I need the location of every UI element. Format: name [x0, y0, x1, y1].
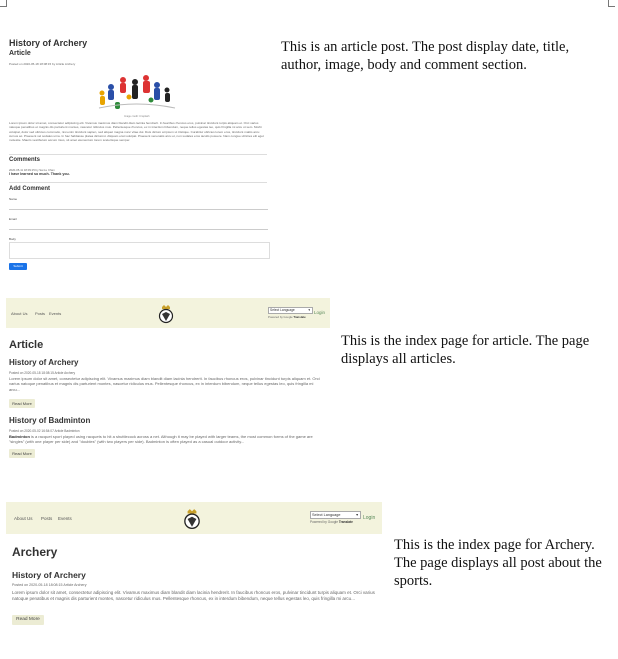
- post-excerpt-bold: Badminton: [9, 434, 30, 439]
- add-comment-heading: Add Comment: [9, 186, 50, 192]
- powered-by-text: Powered by Google: [310, 520, 338, 524]
- body-textarea[interactable]: [9, 242, 270, 259]
- post-excerpt: Lorem ipsum dolor sit amet, consectetur …: [9, 376, 325, 392]
- nav-events-link[interactable]: Events: [58, 516, 72, 521]
- crest-logo-icon[interactable]: [183, 508, 201, 530]
- read-more-button[interactable]: Read More: [9, 399, 35, 408]
- name-label: Name: [9, 197, 18, 201]
- post-meta: Posted on 2020-05-02 16:54:07 Article Ba…: [9, 429, 80, 433]
- translate-link[interactable]: Translate: [339, 520, 353, 524]
- sports-collage-image: [91, 70, 181, 114]
- sport-index-screenshot: About Us Posts Events Select Language ▾ …: [6, 502, 382, 632]
- body-label: Body: [9, 237, 16, 241]
- language-select-label: Select Language: [312, 513, 341, 517]
- email-input[interactable]: [9, 222, 268, 230]
- nav-posts-link[interactable]: Posts: [35, 311, 45, 316]
- powered-by-text: Powered by Google: [268, 315, 293, 319]
- chevron-down-icon: ▾: [308, 308, 310, 312]
- login-link[interactable]: Login: [314, 310, 325, 315]
- name-input[interactable]: [9, 202, 268, 210]
- post-title: History of Archery: [9, 38, 88, 48]
- caption-sport: This is the index page for Archery. The …: [394, 537, 602, 589]
- post-excerpt: Badminton is a racquet sport played usin…: [9, 434, 325, 445]
- post-meta: Posted on 2020-05-18 18:08:15 by Article…: [9, 62, 76, 66]
- corner-mark-right: [608, 0, 615, 7]
- email-label: Email: [9, 217, 17, 221]
- article-post-screenshot: History of Archery Article Posted on 202…: [6, 36, 270, 276]
- post-excerpt: Lorem ipsum dolor sit amet, consectetur …: [12, 590, 375, 601]
- nav-events-link[interactable]: Events: [49, 311, 61, 316]
- nav-about-link[interactable]: About Us: [11, 311, 27, 316]
- post-title[interactable]: History of Archery: [12, 570, 86, 580]
- post-title[interactable]: History of Archery: [9, 358, 79, 367]
- divider: [9, 182, 267, 183]
- language-select[interactable]: Select Language ▾: [268, 307, 313, 314]
- read-more-button[interactable]: Read More: [9, 449, 35, 458]
- post-meta: Posted on 2020-05-18 18:08:15 Article Ar…: [12, 583, 87, 587]
- post-excerpt-text: is a racquet sport played using racquets…: [9, 434, 313, 445]
- comments-heading: Comments: [9, 157, 41, 163]
- page-heading: Archery: [12, 545, 58, 559]
- post-excerpt-text: Lorem ipsum dolor sit amet, consectetur …: [9, 376, 320, 392]
- read-more-button[interactable]: Read More: [12, 615, 44, 625]
- corner-mark-left: [0, 0, 7, 7]
- caption-post: This is an article post. The post displa…: [281, 39, 570, 73]
- navbar: About Us Posts Events Select Language ▾ …: [6, 502, 382, 534]
- comment-text: I have learned so much. Thank you.: [9, 172, 70, 176]
- nav-about-link[interactable]: About Us: [14, 516, 33, 521]
- submit-button[interactable]: Submit: [9, 263, 27, 270]
- post-title[interactable]: History of Badminton: [9, 416, 90, 425]
- caption-index: This is the index page for article. The …: [341, 333, 590, 367]
- nav-posts-link[interactable]: Posts: [41, 516, 52, 521]
- image-caption: Image credit: Unsplash: [124, 115, 150, 118]
- post-meta: Posted on 2020-05-18 18:08:15 Article Ar…: [9, 371, 76, 375]
- chevron-down-icon: ▾: [356, 513, 358, 517]
- login-link[interactable]: Login: [363, 515, 375, 521]
- language-select-label: Select Language: [270, 308, 295, 312]
- powered-by-google: Powered by Google Translate: [310, 520, 353, 524]
- post-subtitle: Article: [9, 50, 31, 57]
- translate-link[interactable]: Translate: [293, 315, 305, 319]
- powered-by-google: Powered by Google Translate: [268, 315, 306, 319]
- article-index-screenshot: About Us Posts Events Select Language ▾ …: [6, 298, 330, 466]
- language-select[interactable]: Select Language ▾: [310, 511, 361, 519]
- page-heading: Article: [9, 339, 44, 351]
- divider: [9, 154, 267, 155]
- post-body: Lorem ipsum dolor sit amet, consectetur …: [9, 121, 264, 143]
- crest-logo-icon[interactable]: [158, 304, 174, 324]
- navbar: About Us Posts Events Select Language ▾ …: [6, 298, 330, 328]
